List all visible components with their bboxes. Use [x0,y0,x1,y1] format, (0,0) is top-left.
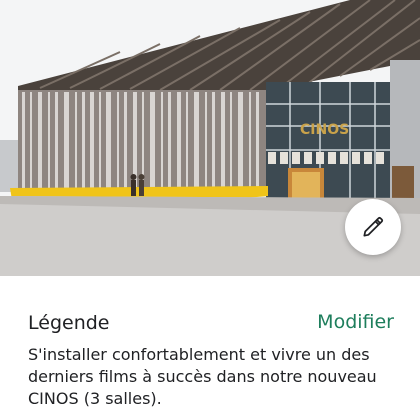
pencil-icon [363,216,384,237]
edit-photo-button[interactable] [345,199,401,255]
cinema-photo: CINOS [0,0,420,276]
caption-text: S'installer confortablement et vivre un … [28,345,377,408]
cinema-sign-text: CINOS [300,122,349,138]
modify-caption-link[interactable]: Modifier [317,311,394,333]
caption-title: Légende [28,312,110,334]
caption-section: Légende Modifier S'installer confortable… [0,276,420,420]
